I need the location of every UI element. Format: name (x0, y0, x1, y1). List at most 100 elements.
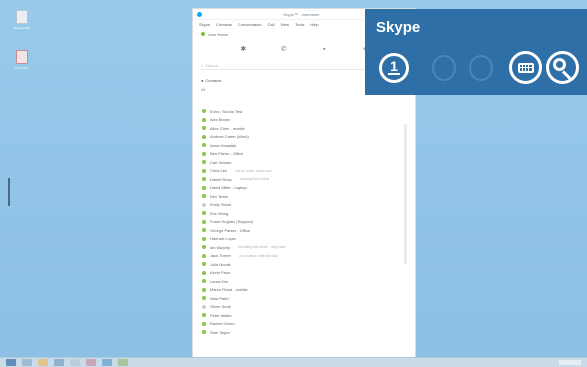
menu-help[interactable]: Help (310, 22, 318, 27)
presence-status-icon (202, 117, 206, 122)
contact-row[interactable]: Chris Lee out for lunch, back soon (193, 167, 403, 176)
taskbar-app-icon[interactable] (70, 359, 80, 366)
recycle-bin-icon (16, 10, 28, 24)
skype-taskbar-icon[interactable] (102, 359, 112, 366)
skype-tile[interactable]: Skype 1 (365, 9, 587, 95)
desktop-icon-recycle-bin[interactable]: Recycle Bin (12, 10, 32, 30)
contact-row[interactable]: Eric Wong (193, 209, 403, 218)
presence-status-icon (202, 151, 206, 156)
taskbar-app-icon[interactable] (54, 359, 64, 366)
contact-name: Alex Brown (210, 117, 231, 123)
contact-name: Andrew Carter (Work) (210, 134, 249, 140)
edge-handle[interactable] (8, 178, 10, 206)
contact-row[interactable]: Rachel Green (193, 320, 403, 329)
contact-row[interactable]: Echo / Sound Test (193, 107, 403, 116)
document-icon (16, 50, 28, 64)
presence-status-icon (202, 228, 206, 233)
window-title: Skype™ - username (283, 12, 320, 17)
contact-row[interactable]: Carl Jensen (193, 158, 403, 167)
presence-status-icon (202, 304, 206, 309)
contact-row[interactable]: Marco Rossi - mobile (193, 286, 403, 295)
contact-name: Carl Jensen (210, 159, 232, 165)
menu-contacts[interactable]: Contacts (216, 22, 232, 27)
contact-row[interactable]: Ben Fisher - Office (193, 150, 403, 159)
contact-row[interactable]: Emily Stone (193, 201, 403, 210)
presence-status-icon (202, 287, 206, 292)
contact-row[interactable]: Laura Kim (193, 277, 403, 286)
desktop-icon-label: Document (15, 66, 29, 70)
contact-row[interactable]: Kevin Price (193, 269, 403, 278)
contact-row[interactable]: Alice Chen - mobile (193, 124, 403, 133)
presence-status-icon (202, 253, 206, 258)
contact-list-scrollbar[interactable] (404, 124, 407, 264)
contact-row[interactable]: Sam Taylor (193, 328, 403, 337)
taskbar-app-icon[interactable] (118, 359, 128, 366)
person-icon: ● (201, 78, 204, 83)
taskbar (0, 357, 587, 367)
presence-status-icon (202, 211, 206, 216)
contact-row[interactable]: Ian Murphy travelling this week - reply l… (193, 243, 403, 252)
presence-status-icon (202, 245, 206, 250)
contact-name: George Parker - Office (210, 227, 251, 233)
contact-name: Nina Patel (210, 295, 229, 301)
tile-search-button[interactable] (546, 51, 579, 84)
dialpad-button[interactable] (509, 51, 542, 84)
contact-row[interactable]: Andrew Carter (Work) (193, 133, 403, 142)
contact-name: Marco Rossi - mobile (210, 287, 248, 293)
tile-title: Skype (376, 19, 421, 36)
taskbar-app-icon[interactable] (86, 359, 96, 366)
contact-name: Emily Stone (210, 202, 232, 208)
contact-row[interactable]: Daniel Ross working from home (193, 175, 403, 184)
faded-placeholder-icon (469, 55, 493, 81)
video-call-icon[interactable]: ▪ (320, 45, 328, 53)
menu-view[interactable]: View (280, 22, 289, 27)
contact-name: Jack Turner (210, 253, 231, 259)
presence-status-icon (202, 330, 206, 335)
contact-name: Kevin Price (210, 270, 231, 276)
contact-row[interactable]: Dev Team (193, 192, 403, 201)
contact-name: Chris Lee (210, 168, 228, 174)
contact-row[interactable]: Peter Walsh (193, 311, 403, 320)
contact-name: Frank Hughes (Support) (210, 219, 253, 225)
presence-status-icon (202, 185, 206, 190)
contact-mood: working from home (239, 177, 270, 182)
notification-badge[interactable]: 1 (379, 53, 409, 83)
presence-status-icon (202, 143, 206, 148)
taskbar-app-icon[interactable] (22, 359, 32, 366)
contacts-icon[interactable]: ✱ (239, 45, 247, 53)
menu-conversation[interactable]: Conversation (238, 22, 262, 27)
menu-call[interactable]: Call (268, 22, 275, 27)
contact-row[interactable]: Hannah Lopez (193, 235, 403, 244)
skype-logo-icon (197, 12, 202, 17)
folder-icon[interactable] (38, 359, 48, 366)
contact-name: Julia Novak (210, 261, 231, 267)
contact-name: Laura Kim (210, 278, 229, 284)
tab-contacts[interactable]: ● Contacts (201, 78, 221, 83)
contact-name: Ian Murphy (210, 244, 231, 250)
magnifier-icon (553, 58, 566, 71)
contact-row[interactable]: George Parker - Office (193, 226, 403, 235)
start-button[interactable] (6, 359, 16, 366)
profile-name: User Name (208, 31, 229, 37)
contact-row[interactable]: Julia Novak (193, 260, 403, 269)
contact-row[interactable]: Frank Hughes (Support) (193, 218, 403, 227)
contact-row[interactable]: Anna Kowalski (193, 141, 403, 150)
contact-row[interactable]: Jack Turner on vacation until Monday (193, 252, 403, 261)
menu-skype[interactable]: Skype (199, 22, 210, 27)
search-icon: ⌕ (201, 63, 204, 68)
faded-placeholder-icon (432, 55, 456, 81)
menu-tools[interactable]: Tools (295, 22, 304, 27)
contact-row[interactable]: Nina Patel (193, 294, 403, 303)
contact-name: Oliver Scott (210, 304, 231, 310)
contact-name: Rachel Green (210, 321, 235, 327)
contact-name: Dev Team (210, 193, 228, 199)
desktop-icon-document[interactable]: Document (12, 50, 32, 70)
contact-name: Anna Kowalski (210, 142, 237, 148)
system-clock[interactable] (559, 360, 581, 365)
contact-row[interactable]: Oliver Scott (193, 303, 403, 312)
presence-status-icon (202, 279, 206, 284)
contact-row[interactable]: David Miller - Laptop (193, 184, 403, 193)
contact-list: Echo / Sound Test Alex Brown Alice Chen - … (193, 107, 403, 359)
phone-icon[interactable]: ✆ (280, 45, 288, 53)
contact-row[interactable]: Alex Brown (193, 116, 403, 125)
